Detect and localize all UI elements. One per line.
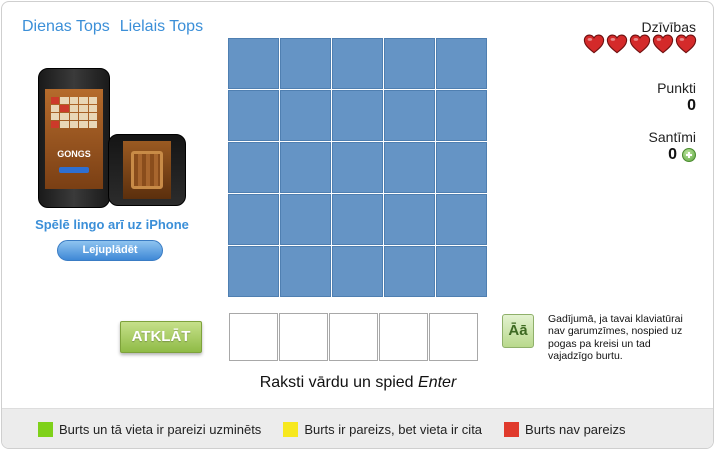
legend-swatch bbox=[504, 422, 520, 437]
board-cell bbox=[332, 142, 383, 193]
board-cell bbox=[384, 246, 435, 297]
top-links: Dienas Tops Lielais Tops bbox=[22, 18, 203, 36]
add-cents-icon[interactable] bbox=[682, 148, 696, 162]
board-cell bbox=[436, 90, 487, 141]
iphone-back bbox=[108, 134, 186, 206]
board-cell bbox=[280, 90, 331, 141]
board-cell bbox=[280, 38, 331, 89]
board-cell bbox=[228, 194, 279, 245]
cents-row: 0 bbox=[668, 146, 696, 164]
letter-input-box[interactable] bbox=[229, 313, 278, 361]
heart-icon bbox=[675, 34, 697, 54]
accent-help-text: Gadījumā, ja tavai klaviatūrai nav garum… bbox=[548, 313, 683, 363]
board-cell bbox=[384, 194, 435, 245]
phone-word: GONGS bbox=[57, 149, 91, 159]
board-cell bbox=[332, 194, 383, 245]
letter-input-box[interactable] bbox=[379, 313, 428, 361]
points-label: Punkti bbox=[657, 80, 696, 96]
board-cell bbox=[332, 90, 383, 141]
legend-item: Burts nav pareizs bbox=[504, 422, 625, 437]
legend-label: Burts ir pareizs, bet vieta ir cita bbox=[304, 422, 483, 437]
accent-letters-button[interactable]: Āā bbox=[502, 314, 534, 348]
board-cell bbox=[436, 38, 487, 89]
legend-swatch bbox=[38, 422, 53, 437]
letter-board bbox=[228, 38, 488, 298]
heart-icon bbox=[652, 34, 674, 54]
color-legend: Burts un tā vieta ir pareizi uzminēts Bur… bbox=[2, 408, 713, 448]
board-cell bbox=[332, 246, 383, 297]
enter-key-text: Enter bbox=[418, 374, 457, 391]
board-cell bbox=[228, 90, 279, 141]
points-value: 0 bbox=[687, 97, 696, 114]
letter-input-box[interactable] bbox=[279, 313, 328, 361]
legend-item: Burts un tā vieta ir pareizi uzminēts bbox=[38, 422, 261, 437]
cents-label: Santīmi bbox=[648, 129, 696, 145]
heart-icon bbox=[583, 34, 605, 54]
heart-icon bbox=[629, 34, 651, 54]
board-cell bbox=[228, 38, 279, 89]
board-cell bbox=[332, 38, 383, 89]
legend-swatch bbox=[283, 422, 299, 437]
board-cell bbox=[280, 194, 331, 245]
board-cell bbox=[228, 142, 279, 193]
board-cell bbox=[436, 246, 487, 297]
letter-input-box[interactable] bbox=[429, 313, 478, 361]
board-cell bbox=[384, 38, 435, 89]
reveal-button[interactable]: ATKLĀT bbox=[120, 321, 202, 353]
crate-icon bbox=[131, 151, 163, 189]
heart-icon bbox=[606, 34, 628, 54]
board-cell bbox=[436, 142, 487, 193]
board-cell bbox=[280, 142, 331, 193]
instruction-text: Raksti vārdu un spied Enter bbox=[259, 374, 457, 391]
big-top-link[interactable]: Lielais Tops bbox=[120, 18, 203, 36]
letter-input-box[interactable] bbox=[329, 313, 378, 361]
board-cell bbox=[384, 90, 435, 141]
daily-top-link[interactable]: Dienas Tops bbox=[22, 18, 110, 36]
board-cell bbox=[436, 194, 487, 245]
lives-hearts bbox=[583, 33, 697, 55]
board-cell bbox=[280, 246, 331, 297]
word-input-boxes[interactable] bbox=[229, 313, 478, 361]
promo-text[interactable]: Spēlē lingo arī uz iPhone bbox=[32, 217, 192, 232]
legend-label: Burts un tā vieta ir pareizi uzminēts bbox=[59, 422, 262, 437]
phone-board bbox=[51, 97, 97, 128]
iphone-front: GONGS bbox=[38, 68, 110, 208]
cents-value: 0 bbox=[668, 146, 677, 163]
game-frame: Dienas Tops Lielais Tops GONGS Spēlē lin… bbox=[1, 1, 714, 449]
download-button[interactable]: Lejuplādēt bbox=[57, 240, 163, 261]
board-cell bbox=[384, 142, 435, 193]
legend-item: Burts ir pareizs, bet vieta ir cita bbox=[283, 422, 482, 437]
legend-label: Burts nav pareizs bbox=[525, 422, 626, 437]
board-cell bbox=[228, 246, 279, 297]
iphone-promo-image[interactable]: GONGS bbox=[38, 68, 188, 208]
